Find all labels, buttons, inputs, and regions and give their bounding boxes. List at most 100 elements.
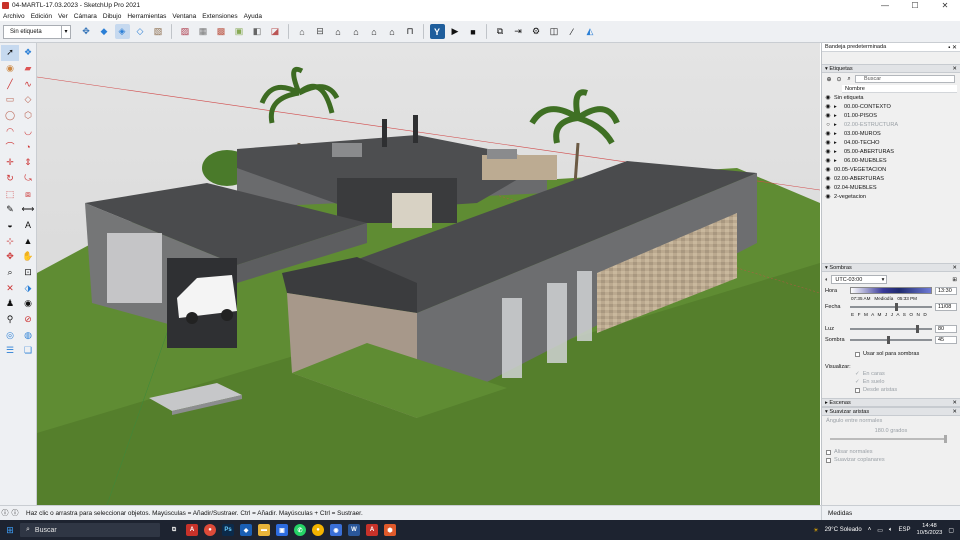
look-around-icon[interactable]: ◉ — [19, 296, 37, 312]
zoom-window-icon[interactable]: ⊡ — [19, 265, 37, 281]
layer-stack-icon[interactable]: ☰ — [1, 343, 19, 359]
push-pull-icon[interactable]: ⇕ — [19, 155, 37, 171]
checkbox-box[interactable] — [855, 387, 860, 393]
freehand-icon[interactable]: ∿ — [19, 76, 37, 92]
offset-icon[interactable]: ⧈ — [19, 186, 37, 202]
tag-row[interactable]: ◉ Sin etiqueta — [822, 93, 960, 102]
measurements-box[interactable]: Medidas — [821, 505, 960, 521]
menu-edicion[interactable]: Edición — [28, 13, 55, 20]
right-view-icon[interactable]: ▧ — [151, 24, 166, 39]
clock[interactable]: 14:48 10/5/2023 — [917, 523, 943, 537]
photoshop-icon[interactable]: Ps — [222, 524, 234, 536]
wand-icon[interactable]: ⁄ — [565, 24, 580, 39]
tags-search-input[interactable]: Buscar — [855, 75, 955, 83]
task-view-icon[interactable]: ⧉ — [168, 524, 180, 536]
weather-text[interactable]: 29°C Soleado — [825, 527, 862, 533]
eye-icon[interactable]: ◉ — [822, 193, 834, 200]
chrome-profile-icon[interactable]: ● — [312, 524, 324, 536]
angle-slider[interactable] — [830, 435, 947, 443]
menu-ayuda[interactable]: Ayuda — [241, 13, 265, 20]
store-icon[interactable]: ▣ — [276, 524, 288, 536]
on-ground-checkbox[interactable]: ✓ En suelo — [855, 378, 957, 386]
export-icon[interactable]: ⇥ — [511, 24, 526, 39]
word-icon[interactable]: W — [348, 524, 360, 536]
timezone-select[interactable]: UTC-03:00 ▾ — [831, 275, 888, 284]
eye-icon[interactable]: ◉ — [822, 184, 834, 191]
eraser-icon[interactable]: ▰ — [19, 61, 37, 77]
section-close-icon[interactable]: ✕ — [952, 265, 960, 271]
section-close-icon[interactable]: ✕ — [952, 400, 960, 406]
move-icon[interactable]: ✛ — [1, 155, 19, 171]
sketchup-red-icon[interactable]: ⬢ — [384, 524, 396, 536]
light-slider[interactable] — [850, 324, 932, 333]
shadows-section-header[interactable]: ▾ Sombras ✕ — [822, 263, 960, 272]
expand-arrow-icon[interactable]: ▸ — [834, 131, 844, 137]
sandbox-stamp-icon[interactable]: ◍ — [19, 327, 37, 343]
shadow-toggle-icon[interactable]: ◐ — [825, 277, 828, 283]
protractor-icon[interactable]: ◒ — [1, 218, 19, 234]
shadow-slider-knob[interactable] — [886, 335, 890, 344]
paint-bucket-icon[interactable]: ◉ — [1, 61, 19, 77]
pan-icon[interactable]: ✋ — [19, 249, 37, 265]
maximize-button[interactable]: ☐ — [900, 0, 930, 11]
light-input[interactable]: 80 — [935, 324, 957, 333]
smooth-edges-section-header[interactable]: ▾ Suavizar aristas ✕ — [822, 407, 960, 416]
file-explorer-icon[interactable]: ▬ — [258, 524, 270, 536]
section-close-icon[interactable]: ✕ — [952, 409, 960, 415]
eye-hidden-icon[interactable]: ○ — [822, 122, 834, 128]
tag-row[interactable]: ◉ ▸ 05.00-ABERTURAS — [822, 147, 960, 156]
expand-arrow-icon[interactable]: ▸ — [834, 149, 844, 155]
info-icon[interactable]: ⓘ — [0, 508, 10, 518]
3d-viewport[interactable] — [37, 43, 820, 505]
axes-icon[interactable]: ⊹ — [1, 233, 19, 249]
tag-details-icon[interactable]: ⊙ — [835, 76, 843, 83]
monochrome-style-icon[interactable]: ◧ — [250, 24, 265, 39]
firefox-icon[interactable]: ◉ — [330, 524, 342, 536]
scenes-section-header[interactable]: ▸ Escenas ✕ — [822, 398, 960, 407]
chrome-icon[interactable]: ● — [204, 524, 216, 536]
arc-icon[interactable]: ◠ — [1, 123, 19, 139]
tags-column-header[interactable]: Nombre — [842, 85, 957, 93]
back-edges-icon[interactable]: ◪ — [268, 24, 283, 39]
menu-extensiones[interactable]: Extensiones — [199, 13, 240, 20]
wireframe-style-icon[interactable]: ▦ — [196, 24, 211, 39]
eye-icon[interactable]: ◉ — [822, 148, 834, 155]
light-slider-knob[interactable] — [915, 324, 919, 333]
volume-icon[interactable]: 🔈︎ — [889, 527, 893, 534]
help-icon[interactable]: ⓘ — [10, 508, 20, 518]
eye-icon[interactable]: ◉ — [822, 130, 834, 137]
position-camera-icon[interactable]: ♟ — [1, 296, 19, 312]
house-side-icon[interactable]: ⌂ — [367, 24, 382, 39]
orbit-icon[interactable]: ✥ — [79, 24, 94, 39]
tag-row[interactable]: ◉ ▸ 03.00-MUROS — [822, 129, 960, 138]
whatsapp-icon[interactable]: ✆ — [294, 524, 306, 536]
tag-row[interactable]: ◉ 2-vegetacion — [822, 192, 960, 201]
eye-icon[interactable]: ◉ — [822, 94, 834, 101]
tag-row[interactable]: ◉ ▸ 00.00-CONTEXTO — [822, 102, 960, 111]
house-back-icon[interactable]: ⌂ — [385, 24, 400, 39]
house-front-icon[interactable]: ⌂ — [349, 24, 364, 39]
tray-close-icon[interactable]: ▪ ✕ — [948, 44, 960, 51]
use-sun-checkbox[interactable]: Usar sol para sombras — [855, 350, 957, 358]
add-tag-icon[interactable]: ⊕ — [825, 76, 833, 83]
expand-arrow-icon[interactable]: ▸ — [834, 122, 844, 128]
zoom-icon[interactable]: ⌕ — [1, 265, 19, 281]
extension-y-icon[interactable]: Y — [429, 24, 445, 39]
line-icon[interactable]: ╱ — [1, 76, 19, 92]
select-arrow-icon[interactable]: ➚ — [1, 45, 19, 61]
notifications-icon[interactable]: ▢ — [948, 527, 954, 534]
time-input[interactable]: 13:30 — [935, 286, 957, 295]
two-point-arc-icon[interactable]: ◡ — [19, 123, 37, 139]
expand-arrow-icon[interactable]: ▸ — [834, 113, 844, 119]
zoom-extents-icon[interactable]: ✕ — [1, 280, 19, 296]
section-plane-tool-icon[interactable]: ⊘ — [19, 312, 37, 328]
iso-view-icon[interactable]: ◆ — [97, 24, 112, 39]
front-view-icon[interactable]: ◇ — [133, 24, 148, 39]
date-input[interactable]: 11/08 — [935, 302, 957, 311]
shadow-slider[interactable] — [850, 335, 932, 344]
garage-icon[interactable]: ⊓ — [403, 24, 418, 39]
sketchup-pro-icon[interactable]: A — [366, 524, 378, 536]
tag-row[interactable]: ◉ 00.05-VEGETACION — [822, 165, 960, 174]
windows-start-icon[interactable]: ⊞ — [0, 525, 20, 536]
section-plane-icon[interactable]: ⊟ — [313, 24, 328, 39]
